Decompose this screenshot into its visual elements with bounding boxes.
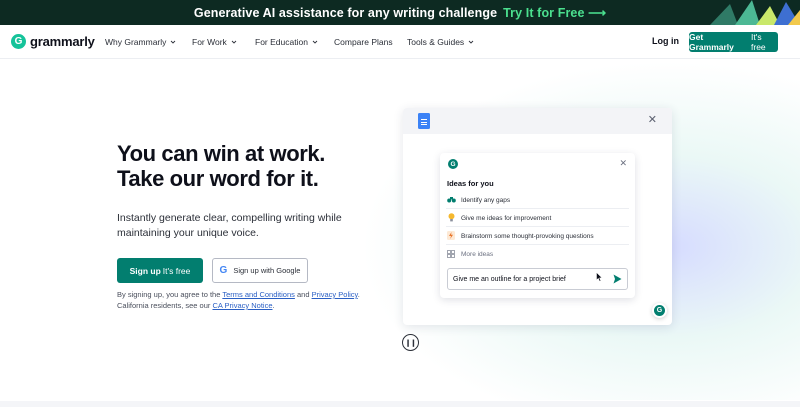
google-button-label: Sign up with Google — [233, 266, 301, 275]
ca-privacy-notice-link[interactable]: CA Privacy Notice — [212, 301, 272, 310]
chevron-down-icon — [312, 40, 318, 44]
legal-text: . — [272, 301, 275, 310]
idea-label: More ideas — [461, 251, 494, 258]
terms-link[interactable]: Terms and Conditions — [222, 290, 295, 299]
logo-wordmark: grammarly — [30, 34, 95, 49]
lightbulb-icon — [446, 212, 456, 224]
grammarly-logo-icon: G — [11, 34, 26, 49]
nav-item-label: For Education — [255, 37, 308, 47]
binoculars-icon — [446, 196, 456, 205]
close-icon[interactable]: ✕ — [619, 158, 627, 169]
nav-tools-guides[interactable]: Tools & Guides — [407, 37, 474, 47]
idea-brainstorm[interactable]: Brainstorm some thought-provoking questi… — [446, 228, 629, 245]
chevron-down-icon — [231, 40, 237, 44]
grammarly-floating-button[interactable]: G — [652, 303, 667, 318]
banner-decoration-graphic — [710, 0, 800, 25]
send-icon[interactable] — [613, 274, 622, 284]
headline-line-1: You can win at work. — [117, 141, 325, 166]
chevron-down-icon — [171, 40, 176, 44]
nav-for-work[interactable]: For Work — [192, 37, 237, 47]
grammarly-icon: G — [448, 159, 458, 169]
idea-improvement[interactable]: Give me ideas for improvement — [446, 210, 629, 227]
idea-identify-gaps[interactable]: Identify any gaps — [446, 192, 629, 209]
privacy-policy-link[interactable]: Privacy Policy — [312, 290, 358, 299]
nav-for-education[interactable]: For Education — [255, 37, 318, 47]
get-grammarly-button[interactable]: Get Grammarly It's free — [689, 32, 778, 52]
nav-item-label: For Work — [192, 37, 227, 47]
mouse-cursor-icon — [596, 272, 603, 282]
promo-banner[interactable]: Generative AI assistance for any writing… — [0, 0, 800, 25]
close-icon[interactable]: ✕ — [648, 115, 657, 126]
lightning-icon — [446, 230, 456, 242]
signup-light-label: It's free — [162, 265, 191, 276]
legal-disclaimer: By signing up, you agree to the Terms an… — [117, 289, 377, 311]
promo-message: Generative AI assistance for any writing… — [193, 6, 498, 20]
google-docs-icon — [418, 113, 430, 129]
more-ideas-link[interactable]: More ideas — [446, 246, 629, 263]
grid-icon — [446, 249, 456, 260]
grammarly-icon: G — [654, 305, 665, 316]
idea-label: Brainstorm some thought-provoking questi… — [461, 232, 594, 240]
prompt-value: Give me an outline for a project brief — [453, 275, 566, 283]
hero-subtext: Instantly generate clear, compelling wri… — [117, 212, 342, 239]
headline-line-2: Take our word for it. — [117, 166, 319, 191]
top-navigation: G grammarly Why Grammarly For Work For E… — [0, 25, 800, 59]
idea-label: Identify any gaps — [461, 196, 511, 204]
document-titlebar: ✕ — [403, 108, 672, 134]
cta-light-label: It's free — [751, 32, 766, 52]
grammarly-ideas-panel: G ✕ Ideas for you Identify any gaps Give… — [440, 153, 635, 298]
legal-text: By signing up, you agree to the — [117, 290, 223, 299]
pause-icon: ❙❙ — [405, 339, 416, 347]
sign-up-button[interactable]: Sign up It's free — [117, 258, 203, 283]
nav-item-label: Compare Plans — [334, 37, 393, 47]
grammarly-logo[interactable]: G grammarly — [11, 34, 95, 49]
promo-cta-link[interactable]: Try It for Free ⟶ — [503, 6, 606, 20]
sign-up-with-google-button[interactable]: G Sign up with Google — [212, 258, 308, 283]
cta-bold-label: Get Grammarly — [689, 32, 734, 52]
signup-bold-label: Sign up — [129, 265, 161, 276]
idea-label: Give me ideas for improvement — [461, 214, 552, 222]
hero-headline: You can win at work. Take our word for i… — [117, 141, 325, 191]
nav-item-label: Tools & Guides — [407, 37, 465, 47]
nav-why-grammarly[interactable]: Why Grammarly — [105, 37, 176, 47]
google-icon: G — [219, 265, 228, 276]
ideas-title: Ideas for you — [447, 179, 494, 188]
pause-animation-button[interactable]: ❙❙ — [402, 334, 419, 351]
next-section-strip — [0, 401, 800, 407]
login-link[interactable]: Log in — [652, 36, 679, 46]
nav-compare-plans[interactable]: Compare Plans — [334, 37, 393, 47]
chevron-down-icon — [468, 40, 474, 44]
legal-text: and — [294, 290, 312, 299]
promo-text: Generative AI assistance for any writing… — [0, 5, 800, 20]
nav-item-label: Why Grammarly — [105, 37, 167, 47]
